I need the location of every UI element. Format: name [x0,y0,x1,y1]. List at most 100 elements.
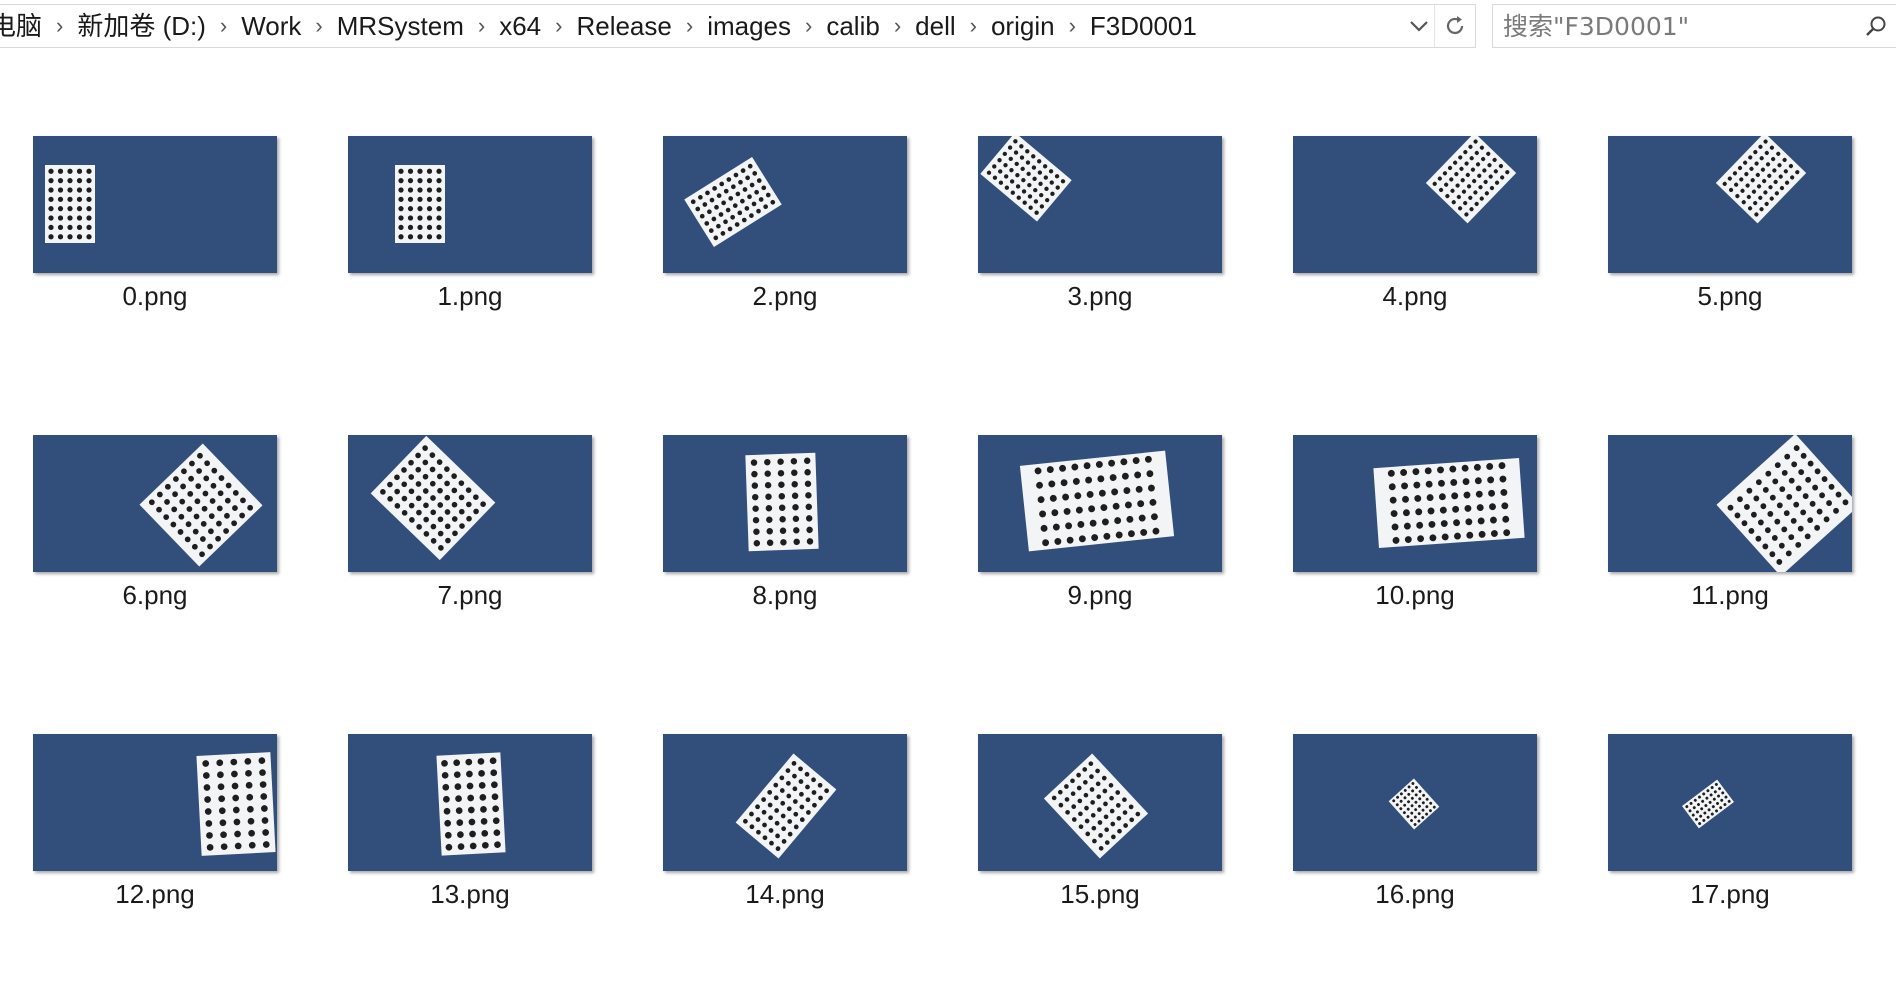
breadcrumb: 电脑 › 新加卷 (D:) › Work › MRSystem › x64 › … [0,5,1404,47]
file-thumbnail[interactable] [1608,734,1852,871]
file-item[interactable]: 13.png [335,734,595,924]
calibration-board [45,165,95,243]
chevron-right-icon[interactable]: › [48,5,71,47]
file-name-label: 10.png [1375,580,1455,610]
chevron-right-icon[interactable]: › [307,5,330,47]
file-item[interactable]: 12.png [20,734,280,924]
chevron-right-icon[interactable]: › [1061,5,1084,47]
file-name-label: 7.png [437,580,503,610]
breadcrumb-item-calib[interactable]: calib [820,5,885,47]
file-thumbnail[interactable] [1608,136,1852,273]
file-thumbnail[interactable] [1293,734,1537,871]
file-thumbnail[interactable] [348,136,592,273]
file-thumbnail[interactable] [33,734,277,871]
file-thumbnail[interactable] [33,136,277,273]
file-item[interactable]: 4.png [1280,136,1540,326]
calibration-board-image [980,136,1072,222]
breadcrumb-item-f3d0001[interactable]: F3D0001 [1084,5,1203,47]
calibration-board [139,443,263,567]
file-thumbnail[interactable] [978,435,1222,572]
file-thumbnail[interactable] [1293,136,1537,273]
file-thumbnail[interactable] [663,435,907,572]
chevron-right-icon[interactable]: › [212,5,235,47]
chevron-right-icon[interactable]: › [678,5,701,47]
chevron-right-icon[interactable]: › [886,5,909,47]
search-input[interactable] [1493,5,1856,47]
file-name-label: 16.png [1375,879,1455,909]
file-name-label: 6.png [122,580,188,610]
file-name-label: 12.png [115,879,195,909]
file-item[interactable]: 11.png [1595,435,1855,625]
calibration-board-image [436,752,506,856]
chevron-right-icon[interactable]: › [797,5,820,47]
navigation-bar: 电脑 › 新加卷 (D:) › Work › MRSystem › x64 › … [0,0,1896,52]
file-name-label: 1.png [437,281,503,311]
calibration-board-image [1425,136,1517,224]
file-item[interactable]: 15.png [965,734,1225,924]
refresh-icon[interactable] [1434,5,1475,47]
breadcrumb-item-x64[interactable]: x64 [493,5,547,47]
chevron-right-icon[interactable]: › [470,5,493,47]
file-thumbnail[interactable] [663,136,907,273]
breadcrumb-item-mrsystem[interactable]: MRSystem [331,5,470,47]
calibration-board-image [735,753,837,859]
file-name-label: 17.png [1690,879,1770,909]
address-bar[interactable]: 电脑 › 新加卷 (D:) › Work › MRSystem › x64 › … [0,4,1476,48]
file-thumbnail[interactable] [348,734,592,871]
file-item[interactable]: 3.png [965,136,1225,326]
file-item[interactable]: 2.png [650,136,910,326]
file-name-label: 5.png [1697,281,1763,311]
file-name-label: 2.png [752,281,818,311]
file-grid: 0.png 1.png 2.png 3.png 4.png 5.png 6.png 7.png… [0,52,1896,1006]
file-item[interactable]: 5.png [1595,136,1855,326]
breadcrumb-item-images[interactable]: images [701,5,797,47]
calibration-board [745,452,819,552]
file-thumbnail[interactable] [33,435,277,572]
file-thumbnail[interactable] [1608,435,1852,572]
calibration-board-image [684,157,782,247]
file-item[interactable]: 8.png [650,435,910,625]
file-item[interactable]: 16.png [1280,734,1540,924]
file-item[interactable]: 10.png [1280,435,1540,625]
file-item[interactable]: 14.png [650,734,910,924]
calibration-board-image [745,452,819,552]
calibration-board-image [395,165,445,243]
breadcrumb-item-origin[interactable]: origin [985,5,1061,47]
file-item[interactable]: 7.png [335,435,595,625]
breadcrumb-item-dell[interactable]: dell [909,5,961,47]
breadcrumb-item-release[interactable]: Release [570,5,677,47]
file-item[interactable]: 17.png [1595,734,1855,924]
file-name-label: 13.png [430,879,510,909]
chevron-right-icon[interactable]: › [547,5,570,47]
calibration-board-image [370,435,496,561]
file-item[interactable]: 6.png [20,435,280,625]
calibration-board [1373,458,1525,548]
calibration-board [395,165,445,243]
file-item[interactable]: 1.png [335,136,595,326]
search-icon[interactable] [1856,6,1896,46]
file-name-label: 0.png [122,281,188,311]
search-box[interactable] [1492,4,1896,48]
file-thumbnail[interactable] [1293,435,1537,572]
file-name-label: 3.png [1067,281,1133,311]
file-name-label: 4.png [1382,281,1448,311]
breadcrumb-item-drive-d[interactable]: 新加卷 (D:) [71,5,212,47]
file-name-label: 8.png [752,580,818,610]
calibration-board-image [1043,753,1149,859]
file-thumbnail[interactable] [978,734,1222,871]
calibration-board-image [1019,450,1175,552]
chevron-down-icon[interactable] [1404,5,1434,47]
file-name-label: 9.png [1067,580,1133,610]
calibration-board-image [139,443,263,567]
file-item[interactable]: 0.png [20,136,280,326]
breadcrumb-item-work[interactable]: Work [235,5,307,47]
file-thumbnail[interactable] [348,435,592,572]
calibration-board-image [1716,435,1852,572]
breadcrumb-item-this-pc[interactable]: 电脑 [0,5,48,47]
file-thumbnail[interactable] [978,136,1222,273]
calibration-board [684,157,782,247]
chevron-right-icon[interactable]: › [962,5,985,47]
file-name-label: 11.png [1691,580,1769,610]
file-thumbnail[interactable] [663,734,907,871]
file-item[interactable]: 9.png [965,435,1225,625]
